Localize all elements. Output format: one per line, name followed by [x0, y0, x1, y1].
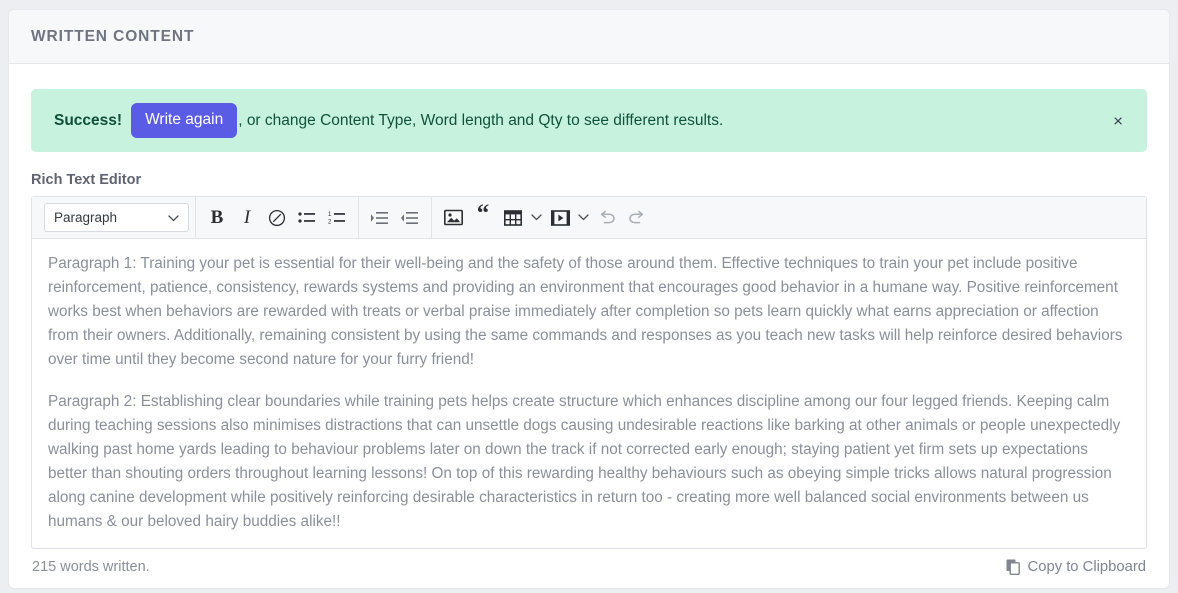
toolbar-group-style: Paragraph — [38, 197, 196, 238]
write-again-button[interactable]: Write again — [131, 103, 238, 138]
editor-label: Rich Text Editor — [31, 172, 142, 188]
blockquote-icon[interactable]: “ — [468, 199, 498, 237]
written-content-card: WRITTEN CONTENT Success! Write again , o… — [8, 9, 1170, 589]
editor-text-area[interactable]: Paragraph 1: Training your pet is essent… — [32, 239, 1146, 548]
editor-toolbar: Paragraph B I 1 2 “ — [32, 197, 1146, 239]
indent-icon[interactable] — [365, 203, 395, 233]
copy-to-clipboard-button[interactable]: Copy to Clipboard — [1006, 559, 1146, 575]
outdent-icon[interactable] — [395, 203, 425, 233]
toolbar-group-indent — [359, 197, 432, 238]
card-header: WRITTEN CONTENT — [9, 10, 1169, 64]
link-icon[interactable] — [262, 203, 292, 233]
paragraph-1: Paragraph 1: Training your pet is essent… — [48, 255, 1123, 368]
bulleted-list-icon[interactable] — [292, 203, 322, 233]
page-title: WRITTEN CONTENT — [31, 27, 195, 45]
card-body: Success! Write again , or change Content… — [9, 64, 1169, 575]
toolbar-group-insert: “ — [432, 197, 658, 238]
alert-strong-label: Success! — [54, 111, 123, 129]
close-icon[interactable]: × — [1107, 108, 1129, 133]
chevron-down-icon — [168, 210, 179, 225]
paragraph-style-value: Paragraph — [54, 210, 118, 225]
copy-to-clipboard-label: Copy to Clipboard — [1027, 559, 1146, 575]
numbered-list-icon[interactable]: 1 2 — [322, 203, 352, 233]
alert-message: , or change Content Type, Word length an… — [238, 111, 724, 129]
editor-footer: 215 words written. Copy to Clipboard — [31, 559, 1147, 575]
toolbar-group-format: B I 1 2 — [196, 197, 359, 238]
paragraph-style-select[interactable]: Paragraph — [44, 203, 189, 232]
video-chevron-down-icon[interactable] — [575, 203, 592, 233]
redo-icon[interactable] — [622, 203, 652, 233]
table-icon[interactable] — [498, 203, 528, 233]
success-alert: Success! Write again , or change Content… — [31, 89, 1147, 152]
svg-text:1: 1 — [328, 211, 332, 217]
svg-text:2: 2 — [328, 219, 332, 225]
table-chevron-down-icon[interactable] — [528, 203, 545, 233]
clipboard-icon — [1006, 559, 1021, 575]
word-count: 215 words written. — [32, 559, 150, 575]
paragraph-2: Paragraph 2: Establishing clear boundari… — [48, 393, 1121, 530]
image-icon[interactable] — [438, 203, 468, 233]
video-icon[interactable] — [545, 203, 575, 233]
undo-icon[interactable] — [592, 203, 622, 233]
italic-button[interactable]: I — [232, 203, 262, 233]
rich-text-editor: Paragraph B I 1 2 “ Paragraph 1: Trainin… — [31, 196, 1147, 549]
bold-button[interactable]: B — [202, 203, 232, 233]
